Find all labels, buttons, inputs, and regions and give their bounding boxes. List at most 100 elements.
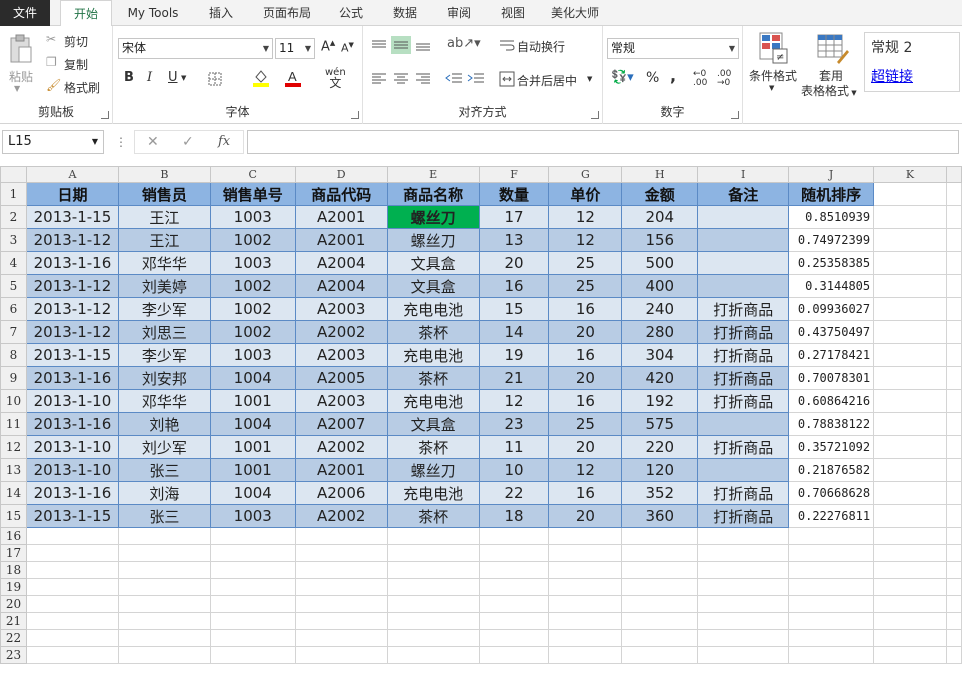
data-cell[interactable]: 1002	[209, 297, 296, 321]
cell[interactable]	[25, 646, 119, 664]
row-header[interactable]: 11	[0, 412, 27, 436]
cell[interactable]	[478, 544, 550, 562]
data-cell[interactable]: 14	[478, 320, 550, 344]
cell[interactable]	[697, 544, 790, 562]
header-cell[interactable]: 数量	[478, 182, 550, 206]
cell[interactable]	[209, 578, 296, 596]
row-header[interactable]: 15	[0, 504, 27, 528]
data-cell[interactable]: A2002	[294, 320, 388, 344]
column-header-d[interactable]: D	[294, 166, 388, 183]
data-cell[interactable]: 1001	[209, 458, 296, 482]
cell[interactable]	[209, 527, 296, 545]
data-cell[interactable]: 邓华华	[117, 389, 211, 413]
data-cell[interactable]: 1002	[209, 274, 296, 298]
cell[interactable]	[621, 595, 699, 613]
cell[interactable]	[873, 612, 947, 630]
data-cell[interactable]: 王江	[117, 205, 211, 229]
column-header-k[interactable]: K	[873, 166, 947, 183]
copy-button[interactable]: 复制	[64, 56, 88, 73]
data-cell[interactable]: 11	[478, 435, 550, 459]
random-value-cell[interactable]: 0.70668628	[788, 481, 875, 505]
data-cell[interactable]: 20	[548, 320, 623, 344]
column-header-j[interactable]: J	[788, 166, 875, 183]
data-cell[interactable]: 220	[621, 435, 699, 459]
cell[interactable]	[117, 578, 211, 596]
data-cell[interactable]: 2013-1-16	[25, 412, 119, 436]
data-cell[interactable]: A2003	[294, 343, 388, 367]
chevron-down-icon[interactable]: ▼	[587, 75, 592, 83]
data-cell[interactable]: 16	[548, 297, 623, 321]
decrease-decimal-icon[interactable]: .00 →0	[717, 70, 731, 88]
data-cell[interactable]: 充电电池	[386, 297, 480, 321]
shrink-font-button[interactable]: A▼	[341, 41, 354, 55]
cell[interactable]	[788, 578, 875, 596]
cell[interactable]	[621, 646, 699, 664]
data-cell[interactable]: A2003	[294, 389, 388, 413]
cell[interactable]	[548, 578, 623, 596]
data-cell[interactable]: 25	[548, 412, 623, 436]
cell[interactable]	[873, 561, 947, 579]
row-header[interactable]: 8	[0, 343, 27, 367]
data-cell[interactable]: 螺丝刀	[386, 458, 480, 482]
data-cell[interactable]: 19	[478, 343, 550, 367]
cell[interactable]	[478, 578, 550, 596]
header-cell[interactable]: 备注	[697, 182, 790, 206]
cell[interactable]	[697, 578, 790, 596]
paste-icon[interactable]	[8, 34, 32, 66]
data-cell[interactable]: 1002	[209, 320, 296, 344]
data-cell[interactable]: 2013-1-12	[25, 228, 119, 252]
data-cell[interactable]: 420	[621, 366, 699, 390]
row-header[interactable]: 14	[0, 481, 27, 505]
cell[interactable]	[548, 595, 623, 613]
tab-page-layout[interactable]: 页面布局	[254, 0, 320, 26]
data-cell[interactable]: 240	[621, 297, 699, 321]
cell[interactable]	[294, 561, 388, 579]
data-cell[interactable]: 刘海	[117, 481, 211, 505]
data-cell[interactable]: A2002	[294, 504, 388, 528]
cell[interactable]	[788, 612, 875, 630]
row-header[interactable]: 5	[0, 274, 27, 298]
data-cell[interactable]: 1004	[209, 412, 296, 436]
random-value-cell[interactable]: 0.70078301	[788, 366, 875, 390]
cell[interactable]	[788, 629, 875, 647]
cell[interactable]	[386, 544, 480, 562]
grow-font-button[interactable]: A▲	[321, 39, 335, 54]
chevron-down-icon[interactable]: ▼	[769, 84, 774, 92]
data-cell[interactable]: 1003	[209, 205, 296, 229]
data-cell[interactable]	[697, 205, 790, 229]
cell[interactable]	[478, 595, 550, 613]
font-dialog-launcher[interactable]	[351, 111, 359, 119]
data-cell[interactable]: 352	[621, 481, 699, 505]
cell[interactable]	[873, 629, 947, 647]
cell[interactable]	[697, 612, 790, 630]
cell[interactable]	[873, 435, 947, 459]
cell[interactable]	[788, 544, 875, 562]
cell[interactable]	[294, 544, 388, 562]
cell[interactable]	[209, 646, 296, 664]
data-cell[interactable]: 文具盒	[386, 274, 480, 298]
data-cell[interactable]: 邓华华	[117, 251, 211, 275]
data-cell[interactable]: 2013-1-10	[25, 435, 119, 459]
cut-button[interactable]: 剪切	[64, 33, 88, 50]
data-cell[interactable]: 1001	[209, 435, 296, 459]
cell[interactable]	[209, 629, 296, 647]
data-cell[interactable]	[697, 274, 790, 298]
cell[interactable]	[25, 561, 119, 579]
data-cell[interactable]: 2013-1-12	[25, 297, 119, 321]
data-cell[interactable]: 2013-1-10	[25, 389, 119, 413]
cell[interactable]	[548, 544, 623, 562]
random-value-cell[interactable]: 0.78838122	[788, 412, 875, 436]
underline-button[interactable]: U	[168, 70, 178, 85]
increase-indent-icon[interactable]	[467, 72, 485, 86]
row-header[interactable]: 23	[0, 646, 27, 664]
data-cell[interactable]: 打折商品	[697, 297, 790, 321]
cell[interactable]	[478, 527, 550, 545]
data-cell[interactable]: 刘思三	[117, 320, 211, 344]
cell[interactable]	[788, 561, 875, 579]
cell[interactable]	[386, 629, 480, 647]
data-cell[interactable]: 15	[478, 297, 550, 321]
data-cell[interactable]: 2013-1-10	[25, 458, 119, 482]
header-cell[interactable]: 商品代码	[294, 182, 388, 206]
cell[interactable]	[117, 595, 211, 613]
data-cell[interactable]: 王江	[117, 228, 211, 252]
